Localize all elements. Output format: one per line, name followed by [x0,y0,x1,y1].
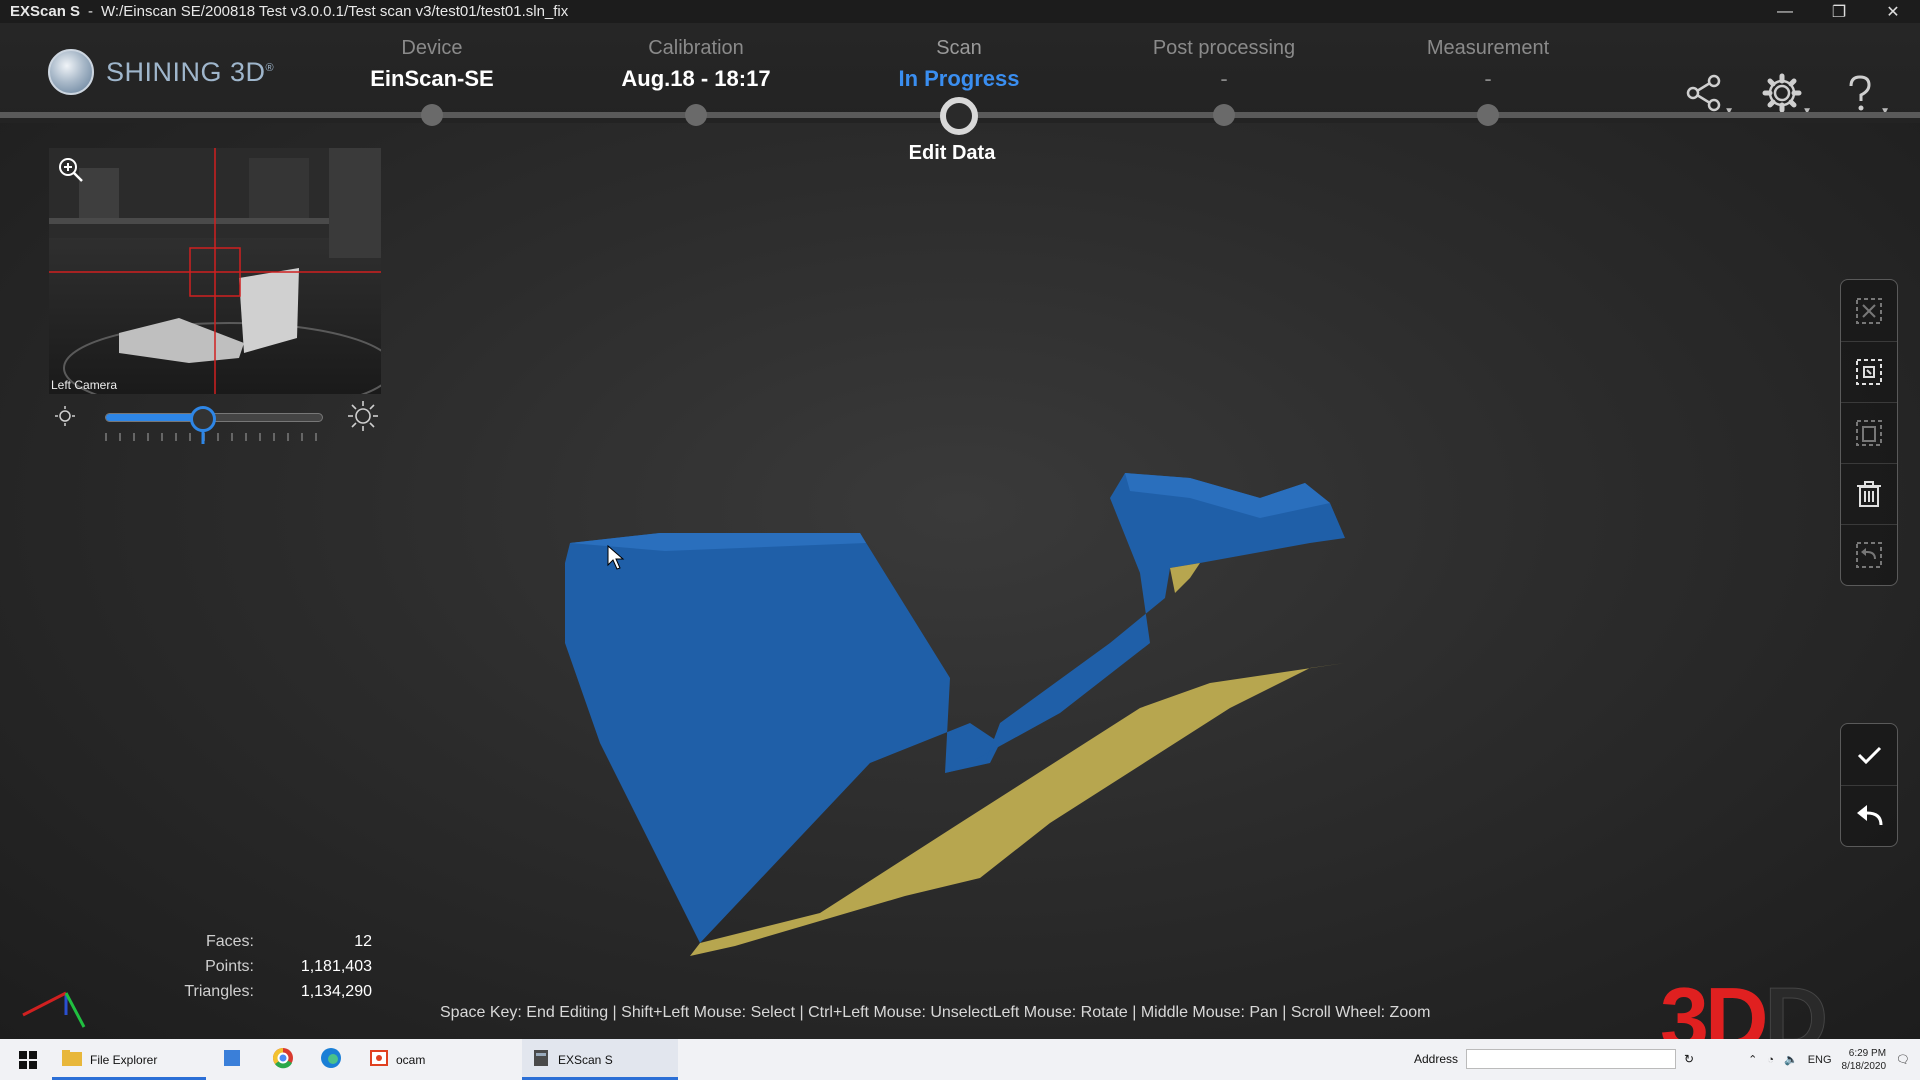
axis-gizmo [22,991,86,1028]
slider-tick-marker [201,430,205,444]
stat-label: Triangles: [184,982,254,1000]
address-label: Address [1414,1052,1459,1066]
taskbar-app-label: EXScan S [558,1052,613,1067]
taskbar-file-explorer[interactable]: File Explorer [52,1039,206,1080]
step-label: Post processing [1152,37,1296,59]
keyboard-hint: Space Key: End Editing | Shift+Left Mous… [440,1004,1431,1021]
undo-selection-icon[interactable] [1841,524,1897,585]
step-node-post-processing[interactable] [1213,104,1235,126]
refresh-icon[interactable]: ↻ [1684,1052,1694,1066]
title-bar: EXScan S - W:/Einscan SE/200818 Test v3.… [0,0,1920,23]
taskbar-exscan[interactable]: EXScan S [522,1039,678,1080]
chrome-icon [272,1047,294,1072]
deselect-icon[interactable] [1841,280,1897,341]
taskbar-chrome[interactable] [272,1039,302,1080]
step-node-calibration[interactable] [685,104,707,126]
camera-image [49,148,381,394]
address-toolbar: Address ↻ [1414,1049,1694,1069]
app-name: EXScan S [10,3,81,20]
edit-toolbar [1840,279,1898,586]
ocam-icon [370,1049,388,1070]
step-node-measurement[interactable] [1477,104,1499,126]
windows-start-icon[interactable] [8,1039,48,1080]
brightness-slider[interactable] [105,406,323,432]
step-device[interactable]: Device EinScan-SE [302,37,562,92]
taskbar-app-label: ocam [396,1052,426,1067]
system-tray: ⌃ ◔ 🔈 ENG 6:29 PM 8/18/2020 🗨 [1748,1039,1910,1080]
brightness-control [49,400,381,446]
step-label: Measurement [1426,37,1550,59]
taskbar-edge[interactable] [320,1039,350,1080]
restore-button[interactable]: ❐ [1812,0,1866,23]
clock-date: 8/18/2020 [1841,1060,1887,1072]
step-node-device[interactable] [421,104,443,126]
stat-value: 12 [354,932,372,950]
select-region-icon[interactable] [1841,341,1897,402]
step-scan[interactable]: Scan In Progress [829,37,1089,92]
step-label: Calibration [648,37,744,59]
step-measurement[interactable]: Measurement - [1358,37,1618,92]
stat-faces: Faces: 12 [130,929,372,954]
slider-handle[interactable] [190,406,217,432]
app-icon [222,1048,242,1071]
file-path: W:/Einscan SE/200818 Test v3.0.0.1/Test … [101,3,569,20]
select-connected-icon[interactable] [1841,402,1897,463]
header-icons: ▼ ▼ ▼ [1684,73,1890,117]
apply-check-icon[interactable] [1841,724,1897,785]
brightness-low-icon [53,404,77,433]
network-icon[interactable]: ◔ [1767,1054,1774,1066]
stat-triangles: Triangles: 1,134,290 [130,979,372,1004]
brightness-high-icon [347,400,379,437]
close-button[interactable]: ✕ [1866,0,1920,23]
taskbar: File Explorer ocam EXScan S Address ↻ ⌃ … [0,1039,1920,1080]
mesh-stats: Faces: 12 Points: 1,181,403 Triangles: 1… [130,929,372,1004]
step-calibration[interactable]: Calibration Aug.18 - 18:17 [566,37,826,92]
camera-preview[interactable]: Left Camera [49,148,381,394]
step-label: Scan [936,37,982,59]
folder-icon [62,1050,82,1069]
slider-ticks [105,433,323,441]
sub-step-label: Edit Data [908,142,996,164]
step-value: - [1484,66,1492,91]
exscan-icon [532,1049,550,1070]
settings-icon[interactable]: ▼ [1762,73,1812,117]
delete-icon[interactable] [1841,463,1897,524]
stat-label: Faces: [205,932,254,950]
step-label: Device [401,37,463,59]
chevron-up-icon[interactable]: ⌃ [1748,1053,1757,1066]
volume-icon[interactable]: 🔈 [1784,1053,1798,1066]
language-indicator[interactable]: ENG [1808,1054,1832,1066]
notifications-icon[interactable]: 🗨 [1896,1053,1910,1066]
share-icon[interactable]: ▼ [1684,73,1734,117]
step-value: EinScan-SE [370,66,494,91]
action-toolbar [1840,723,1898,847]
step-post-processing[interactable]: Post processing - [1094,37,1354,92]
stat-value: 1,181,403 [300,957,372,975]
stat-label: Points: [205,957,254,975]
camera-label: Left Camera [51,378,118,392]
step-value: Aug.18 - 18:17 [621,66,771,91]
title-separator: - [88,3,94,20]
stat-value: 1,134,290 [300,982,372,1000]
address-input[interactable] [1466,1049,1677,1069]
clock-time: 6:29 PM [1848,1047,1887,1059]
step-node-scan[interactable] [940,97,978,135]
step-value: In Progress [898,66,1020,91]
taskbar-ocam[interactable]: ocam [360,1039,514,1080]
zoom-in-icon[interactable] [57,156,85,189]
stat-points: Points: 1,181,403 [130,954,372,979]
edge-icon [320,1047,342,1072]
back-arrow-icon[interactable] [1841,785,1897,846]
clock[interactable]: 6:29 PM 8/18/2020 [1842,1047,1887,1073]
taskbar-app-label: File Explorer [90,1052,158,1067]
slider-fill [106,414,204,421]
taskbar-app-2[interactable] [222,1039,252,1080]
minimize-button[interactable]: — [1758,0,1812,23]
help-icon[interactable]: ▼ [1840,73,1890,117]
step-value: - [1220,66,1228,91]
window-controls: — ❐ ✕ [1758,0,1920,23]
